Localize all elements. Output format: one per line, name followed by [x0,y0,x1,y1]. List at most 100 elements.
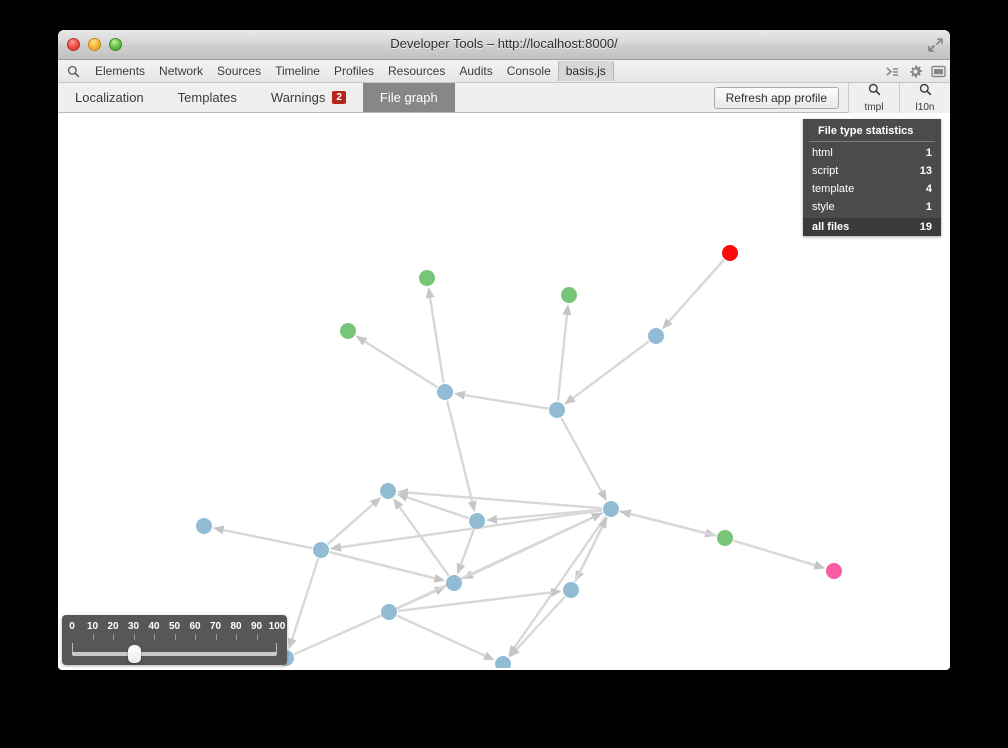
graph-edge [397,591,552,613]
graph-node-script[interactable] [313,542,329,558]
slider-tick-mark [133,634,135,640]
stats-row-html: html 1 [803,144,941,162]
file-graph-canvas[interactable]: File type statistics html 1 script 13 te… [58,113,950,668]
slider-tick-mark [154,634,155,640]
magnifier-icon [919,83,932,101]
stats-row-value: 1 [925,147,932,159]
tab-templates[interactable]: Templates [161,83,254,112]
devtools-window: Developer Tools – http://localhost:8000/… [58,30,950,670]
graph-edge-arrowhead [813,560,826,570]
tab-localization-label: Localization [75,90,144,105]
warnings-badge: 2 [332,91,346,104]
resize-grip-icon[interactable] [926,36,944,54]
graph-edge-arrowhead [425,286,435,299]
graph-edge [398,506,450,577]
console-drawer-icon[interactable] [885,65,900,78]
slider-tick-mark [215,634,217,640]
devtools-panel-audits[interactable]: Audits [452,62,499,80]
file-type-statistics-panel: File type statistics html 1 script 13 te… [803,119,941,236]
graph-node-script[interactable] [549,402,565,418]
graph-node-script[interactable] [380,483,396,499]
graph-node-html[interactable] [722,245,738,261]
graph-edge-arrowhead [485,514,498,524]
stats-row-name: style [812,201,835,213]
tab-file-graph-label: File graph [379,90,438,105]
graph-node-template[interactable] [561,287,577,303]
graph-node-template[interactable] [717,530,733,546]
graph-node-style[interactable] [826,563,842,579]
graph-edge [407,491,603,510]
slider-track[interactable] [72,652,277,656]
graph-node-script[interactable] [437,384,453,400]
refresh-app-profile-button[interactable]: Refresh app profile [713,87,839,109]
slider-tick-mark [113,634,114,640]
graph-node-script[interactable] [603,501,619,517]
graph-edge [464,393,549,410]
tabbar-actions: Refresh app profile tmpl l10n [713,83,950,113]
graph-edge-arrowhead [453,390,466,400]
slider-handle[interactable] [127,645,141,663]
graph-edge-arrowhead [212,525,225,535]
graph-edge-arrowhead [355,335,368,346]
tab-localization[interactable]: Localization [58,83,161,112]
tab-warnings[interactable]: Warnings 2 [254,83,363,112]
graph-node-script[interactable] [648,328,664,344]
graph-node-script[interactable] [469,513,485,529]
devtools-panel-resources[interactable]: Resources [381,62,452,80]
devtools-panel-basisjs[interactable]: basis.js [557,61,614,81]
graph-node-script[interactable] [563,582,579,598]
graph-zoom-slider[interactable]: 0 10 20 30 40 50 60 70 80 90 100 [62,615,287,665]
dock-icon[interactable] [931,65,946,78]
graph-edge [428,297,445,384]
devtools-toolbar-actions [885,60,946,83]
slider-tick-mark [236,634,237,640]
graph-edge [223,528,313,550]
slider-tick-mark [174,634,176,640]
graph-edge-arrowhead [482,651,495,661]
graph-edge [513,515,607,649]
devtools-toolbar: Elements Network Sources Timeline Profil… [58,60,950,83]
window-titlebar: Developer Tools – http://localhost:8000/ [58,30,950,60]
l10n-search-button[interactable]: l10n [899,83,950,113]
graph-edge [556,314,569,402]
graph-edge [630,512,717,537]
graph-node-script[interactable] [495,656,511,668]
stats-row-script: script 13 [803,162,941,180]
slider-tick-label: 40 [148,621,160,632]
graph-node-template[interactable] [419,270,435,286]
graph-node-script[interactable] [196,518,212,534]
devtools-panel-profiles[interactable]: Profiles [327,62,381,80]
devtools-panel-network[interactable]: Network [152,62,210,80]
tab-warnings-label: Warnings [270,90,326,105]
stats-row-value: 19 [919,221,932,233]
stats-title: File type statistics [809,124,935,142]
tab-templates-label: Templates [177,90,237,105]
slider-tick-label: 60 [189,621,201,632]
stats-row-name: template [812,183,855,195]
graph-edge [364,340,439,389]
slider-tick-mark [195,634,196,640]
devtools-panel-timeline[interactable]: Timeline [268,62,327,80]
stats-row-value: 13 [919,165,932,177]
devtools-panel-elements[interactable]: Elements [88,62,152,80]
devtools-panel-console[interactable]: Console [500,62,558,80]
tmpl-button-label: tmpl [864,102,884,113]
slider-track-wrap[interactable] [72,643,277,663]
graph-edge [446,400,474,502]
gear-icon[interactable] [908,64,923,79]
search-icon[interactable] [58,65,88,78]
devtools-panel-sources[interactable]: Sources [210,62,268,80]
graph-edge [560,417,603,493]
tab-file-graph[interactable]: File graph [362,83,455,112]
slider-tick-mark [256,634,258,640]
graph-edge [733,539,816,567]
tmpl-search-button[interactable]: tmpl [848,83,899,113]
graph-edge-arrowhead [456,562,466,575]
graph-edge [406,496,469,520]
graph-edge [668,258,725,322]
stats-row-template: template 4 [803,180,941,198]
graph-edge-arrowhead [433,573,446,583]
graph-node-template[interactable] [340,323,356,339]
graph-node-script[interactable] [381,604,397,620]
graph-node-script[interactable] [446,575,462,591]
